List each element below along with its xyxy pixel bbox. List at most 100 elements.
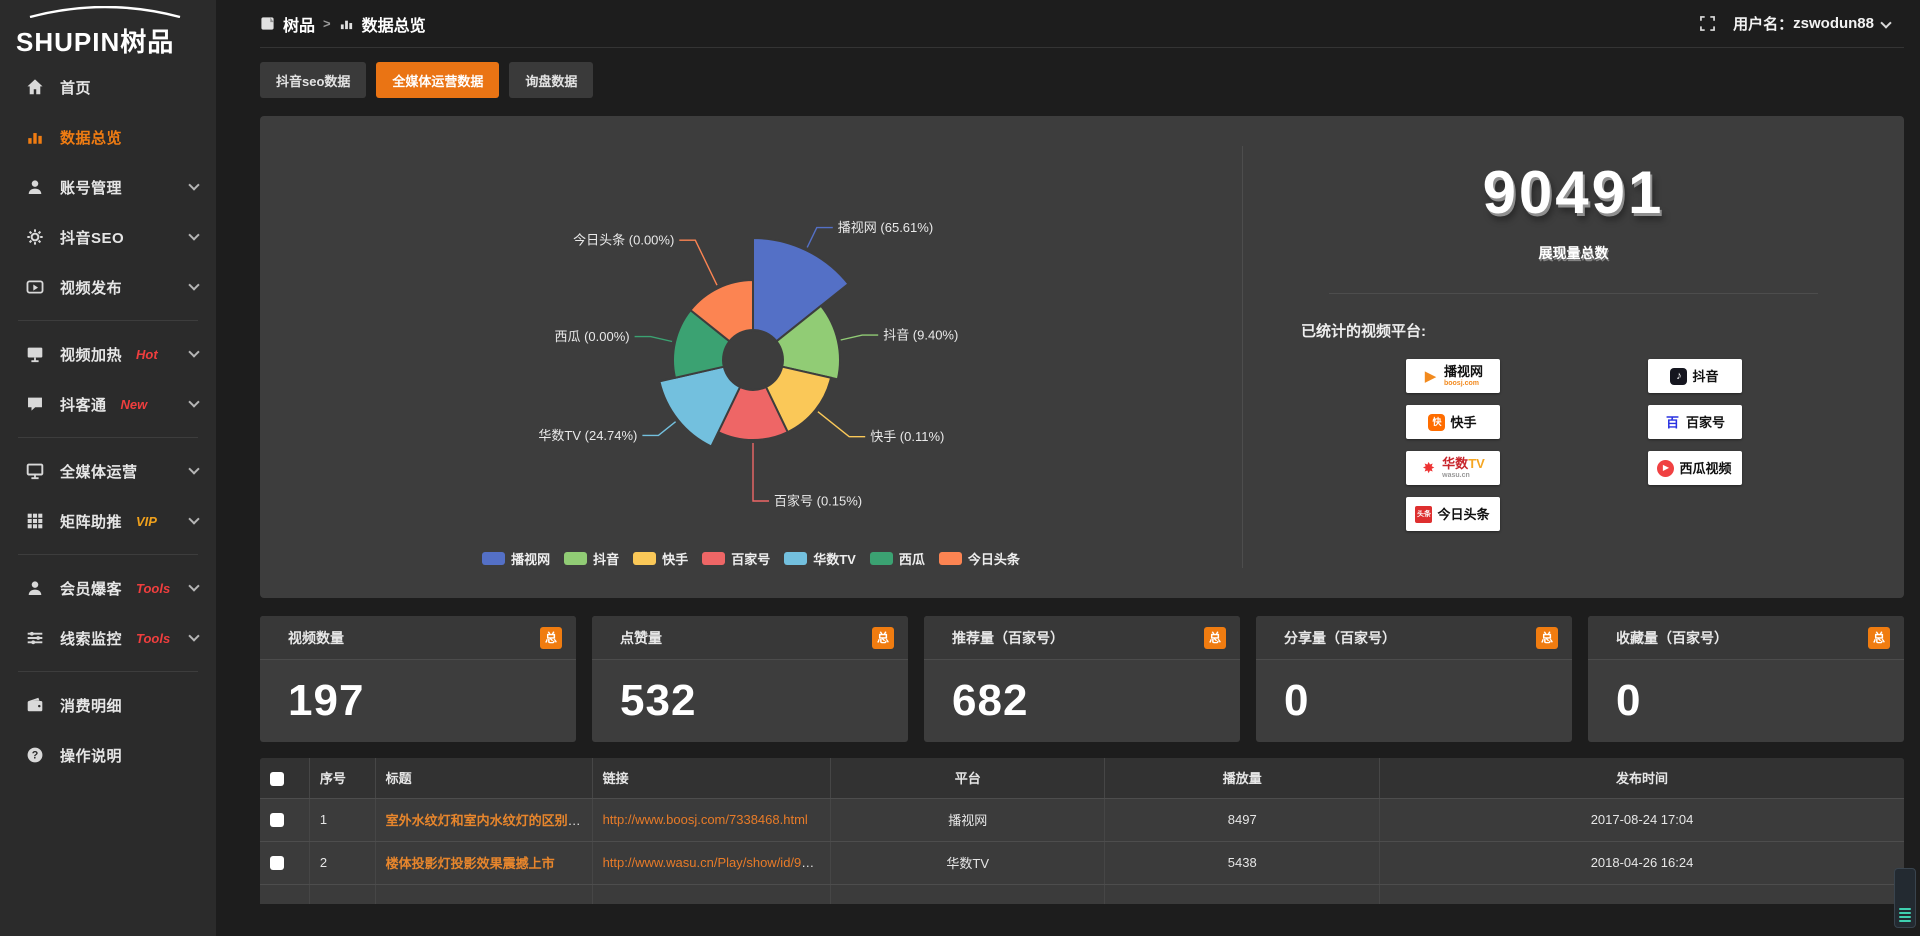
legend-item-5[interactable]: 西瓜 — [870, 549, 925, 568]
douyin-logo-icon: ♪ — [1670, 368, 1687, 385]
sidebar-item-tag: Tools — [136, 631, 170, 646]
video-title-link[interactable]: 楼体投影灯投影效果震撼上市 — [386, 856, 555, 871]
stat-title: 点赞量 — [620, 628, 662, 648]
platform-name: 播视网 — [1444, 365, 1483, 378]
legend-item-4[interactable]: 华数TV — [784, 549, 856, 568]
sidebar-item-label: 视频发布 — [60, 277, 122, 298]
sidebar: SHUPIN树品 首页数据总览账号管理抖音SEO 视频发布视频加热Hot抖客通Ne… — [0, 0, 216, 936]
table-header-row: 序号 标题 链接 平台 播放量 发布时间 — [260, 758, 1904, 798]
sidebar-item-user[interactable]: 会员爆客Tools — [0, 563, 216, 613]
chevron-down-icon — [188, 229, 199, 240]
video-icon — [26, 278, 44, 296]
chevron-down-icon — [188, 279, 199, 290]
chat-icon — [26, 395, 44, 413]
sidebar-item-label: 首页 — [60, 77, 91, 98]
platform-badge-wasu: ✸华数TVwasu.cn — [1406, 451, 1500, 485]
video-url-link[interactable]: http://www.wasu.cn/Play/show/id/952... — [603, 855, 827, 870]
platform-subtext: boosj.com — [1444, 380, 1479, 387]
app-root: SHUPIN树品 首页数据总览账号管理抖音SEO 视频发布视频加热Hot抖客通Ne… — [0, 0, 1920, 936]
wasu-logo-icon: ✸ — [1420, 460, 1437, 477]
sidebar-item-monitor[interactable]: 全媒体运营 — [0, 446, 216, 496]
chevron-down-icon — [188, 580, 199, 591]
home-icon — [26, 78, 44, 96]
wallet-icon — [26, 696, 44, 714]
pie-label-1: 抖音 (9.40%) — [883, 328, 958, 343]
cell-plays: 5438 — [1105, 841, 1380, 884]
chevron-down-icon — [188, 346, 199, 357]
board-icon — [260, 16, 275, 31]
platform-badge-baijiahao: 百百家号 — [1648, 405, 1742, 439]
sidebar-item-chat[interactable]: 抖客通New — [0, 379, 216, 429]
sidebar-item-label: 抖客通 — [60, 394, 107, 415]
sidebar-item-video[interactable]: 视频发布 — [0, 262, 216, 312]
stat-title: 视频数量 — [288, 628, 344, 648]
pie-label-line-4 — [642, 422, 675, 436]
sidebar-item-tag: Hot — [136, 347, 158, 362]
logo-text: SHUPIN树品 — [16, 22, 216, 59]
row-checkbox[interactable] — [270, 813, 284, 827]
stat-card-shares: 分享量（百家号）总 0 — [1256, 616, 1572, 742]
legend-swatch — [482, 552, 505, 565]
breadcrumb-root[interactable]: 树品 — [283, 12, 315, 36]
legend-item-2[interactable]: 快手 — [633, 549, 688, 568]
sidebar-item-home[interactable]: 首页 — [0, 62, 216, 112]
col-plays: 播放量 — [1105, 758, 1380, 798]
stat-title: 收藏量（百家号） — [1616, 628, 1728, 648]
floating-widget[interactable] — [1894, 868, 1916, 928]
user-menu[interactable]: 用户名：zswodun88 — [1733, 13, 1890, 34]
topbar-right: 用户名：zswodun88 — [1700, 13, 1904, 34]
legend-item-0[interactable]: 播视网 — [482, 549, 550, 568]
total-badge: 总 — [1204, 627, 1226, 649]
breadcrumb: 树品 > 数据总览 — [260, 12, 426, 36]
impressions-total: 90491 — [1243, 158, 1904, 227]
stat-card-favorites: 收藏量（百家号）总 0 — [1588, 616, 1904, 742]
app-logo: SHUPIN树品 — [0, 0, 216, 62]
chevron-down-icon — [188, 463, 199, 474]
sidebar-item-wallet[interactable]: 消费明细 — [0, 680, 216, 730]
baijiahao-logo-icon: 百 — [1664, 414, 1681, 431]
legend-swatch — [633, 552, 656, 565]
platform-name: 今日头条 — [1437, 508, 1489, 521]
monitor-icon — [26, 462, 44, 480]
fullscreen-icon[interactable] — [1700, 16, 1715, 31]
pie-label-line-3 — [753, 443, 769, 501]
select-all-checkbox[interactable] — [270, 772, 284, 786]
tab-inquiry-data[interactable]: 询盘数据 — [509, 62, 593, 98]
data-tabs: 抖音seo数据 全媒体运营数据 询盘数据 — [260, 62, 1904, 98]
chart-legend: 播视网抖音快手百家号华数TV 西瓜今日头条 — [260, 549, 1242, 568]
widget-bars-icon — [1899, 908, 1911, 922]
stat-value: 0 — [1588, 660, 1904, 726]
legend-item-3[interactable]: 百家号 — [702, 549, 770, 568]
video-url-link[interactable]: http://www.boosj.com/7338468.html — [603, 812, 808, 827]
breadcrumb-separator: > — [323, 16, 331, 31]
video-title-link[interactable]: 室外水纹灯和室内水纹灯的区别和简介 — [386, 813, 593, 828]
sidebar-item-question[interactable]: ?操作说明 — [0, 730, 216, 780]
user-icon — [26, 178, 44, 196]
sidebar-item-grid[interactable]: 矩阵助推VIP — [0, 496, 216, 546]
sidebar-item-tag: Tools — [136, 581, 170, 596]
sidebar-item-screen[interactable]: 视频加热Hot — [0, 329, 216, 379]
grid-icon — [26, 512, 44, 530]
legend-item-1[interactable]: 抖音 — [564, 549, 619, 568]
legend-item-6[interactable]: 今日头条 — [939, 549, 1020, 568]
chart-crumb-icon — [339, 16, 354, 31]
table-row-partial — [260, 884, 1904, 904]
col-title: 标题 — [375, 758, 592, 798]
tab-douyin-seo-data[interactable]: 抖音seo数据 — [260, 62, 366, 98]
stat-card-likes: 点赞量总 532 — [592, 616, 908, 742]
platform-name: 百家号 — [1686, 416, 1725, 429]
sidebar-item-user[interactable]: 账号管理 — [0, 162, 216, 212]
row-checkbox[interactable] — [270, 856, 284, 870]
legend-swatch — [564, 552, 587, 565]
chevron-down-icon — [188, 513, 199, 524]
sidebar-item-label: 抖音SEO — [60, 227, 124, 248]
table-row: 1室外水纹灯和室内水纹灯的区别和简介http://www.boosj.com/7… — [260, 798, 1904, 841]
sidebar-divider — [18, 554, 198, 555]
pie-label-5: 西瓜 (0.00%) — [554, 329, 629, 344]
sidebar-item-sliders[interactable]: 线索监控 Tools — [0, 613, 216, 663]
chevron-down-icon — [188, 396, 199, 407]
sidebar-item-chart[interactable]: 数据总览 — [0, 112, 216, 162]
sidebar-item-label: 线索监控 — [60, 628, 122, 649]
tab-omnimedia-data[interactable]: 全媒体运营数据 — [376, 62, 499, 98]
sidebar-item-gear[interactable]: 抖音SEO — [0, 212, 216, 262]
